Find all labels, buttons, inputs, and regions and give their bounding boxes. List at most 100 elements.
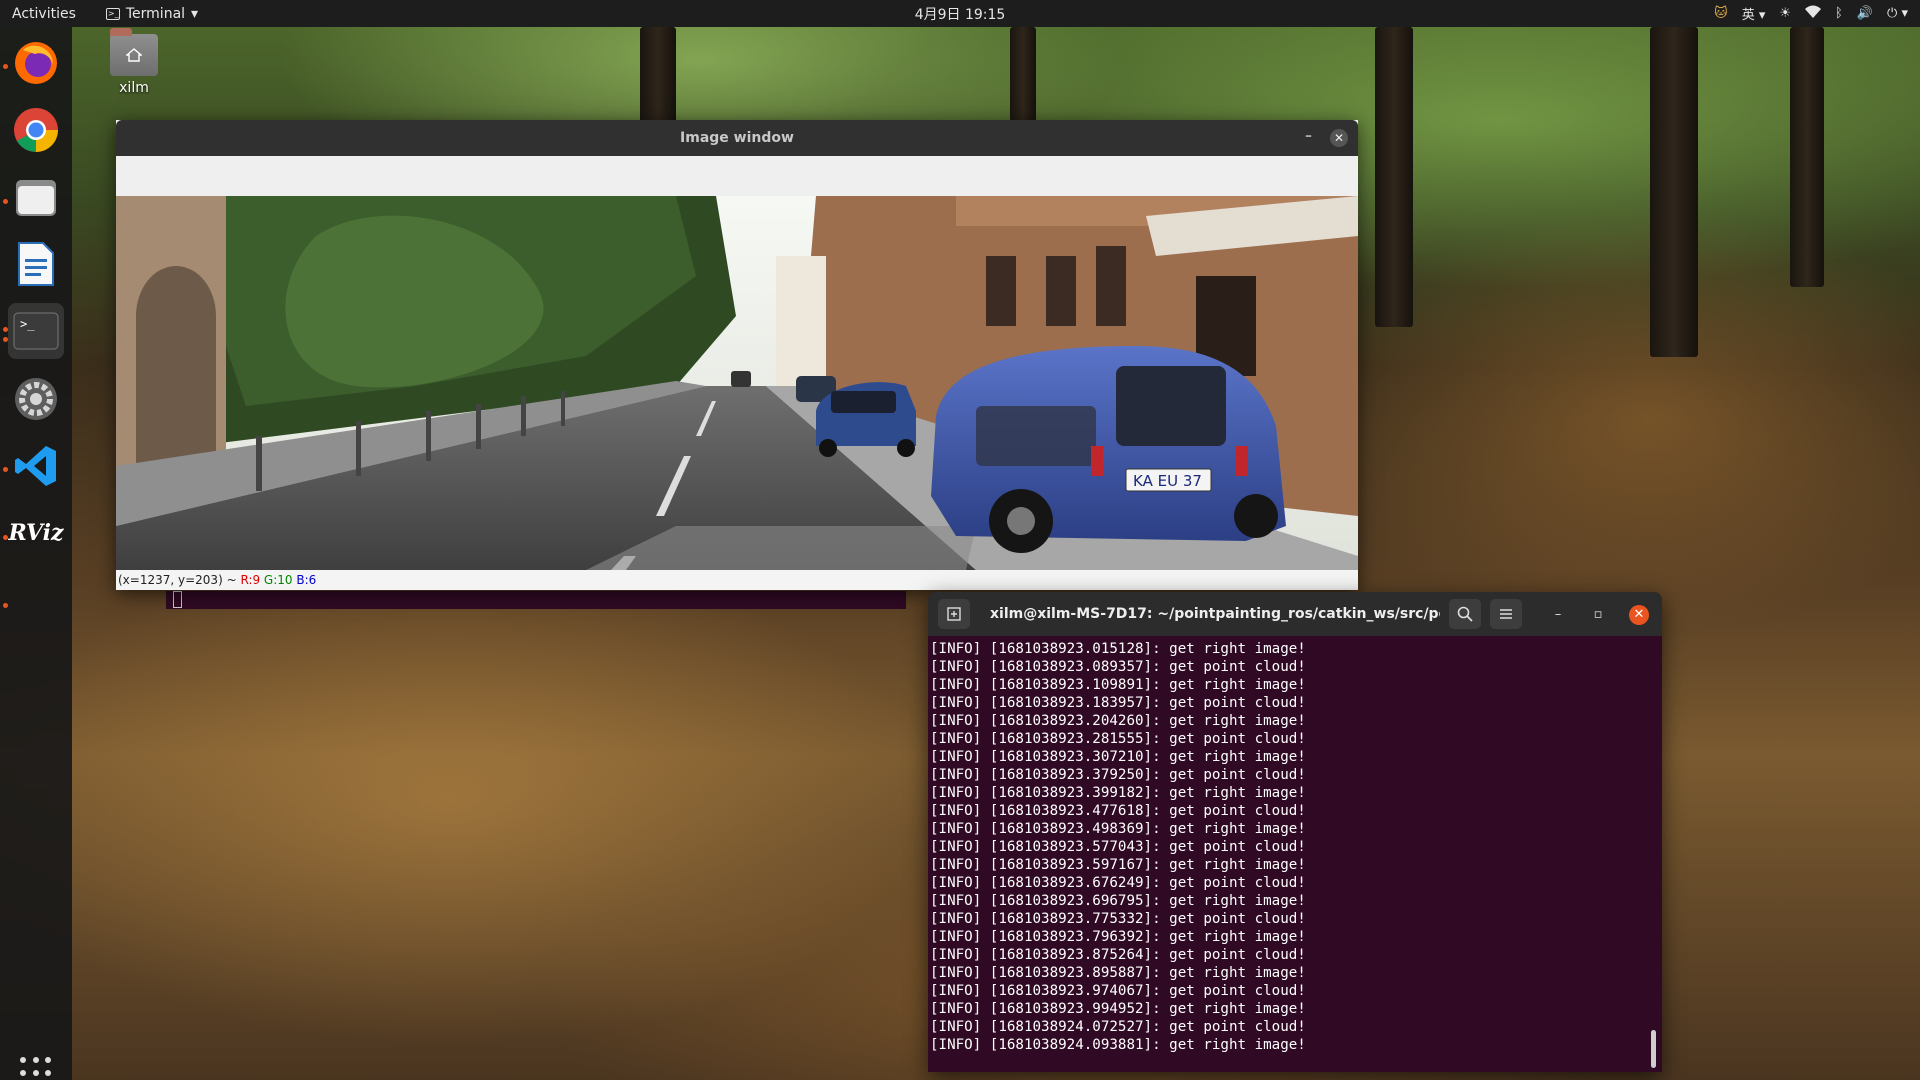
terminal-line: [INFO] [1681038923.307210]: get right im… [930,749,1306,765]
pixel-blue-value: B:6 [296,573,317,587]
terminal-line: [INFO] [1681038923.109891]: get right im… [930,677,1306,693]
dock-item-rviz[interactable]: RViz [8,505,64,561]
terminal-line: [INFO] [1681038923.775332]: get point cl… [930,911,1306,927]
chrome-icon [14,108,58,152]
terminal-line: [INFO] [1681038923.204260]: get right im… [930,713,1306,729]
close-button[interactable]: ✕ [1629,605,1649,625]
hamburger-menu-icon [1500,609,1512,619]
license-plate-text: KA EU 37 [1133,472,1202,490]
new-tab-button[interactable] [938,599,970,629]
terminal-line: [INFO] [1681038923.399182]: get right im… [930,785,1306,801]
cursor-coordinates: (x=1237, y=203) ~ [118,573,241,587]
running-indicator [3,64,8,69]
new-tab-icon [947,607,961,621]
terminal-icon: >_ [105,7,120,20]
running-indicator [3,337,8,342]
power-icon[interactable]: ⏻ ▾ [1887,6,1908,21]
dock: >_ RViz [0,27,72,1080]
terminal-line: [INFO] [1681038923.994952]: get right im… [930,1001,1306,1017]
terminal-scrollbar[interactable] [1651,1030,1656,1068]
top-bar: Activities >_ Terminal ▾ 4月9日 19:15 🐱 英 … [0,0,1920,27]
volume-icon[interactable]: 🔊 [1857,6,1873,21]
wifi-icon[interactable] [1805,5,1822,23]
text-cursor [173,591,182,608]
bluetooth-icon[interactable]: ᛒ [1835,6,1843,21]
menu-button[interactable] [1490,599,1522,629]
vscode-icon [15,446,56,486]
running-indicator [3,327,8,332]
cat-icon[interactable]: 🐱 [1714,6,1728,21]
terminal-line: [INFO] [1681038923.183957]: get point cl… [930,695,1306,711]
terminal-line: [INFO] [1681038923.796392]: get right im… [930,929,1306,945]
folder-icon [110,28,158,76]
image-window[interactable]: Image window – ✕ KA EU 37 (x=1237, y=203… [116,120,1358,590]
firefox-icon [15,42,57,84]
dock-item-files[interactable] [8,169,64,225]
terminal-line: [INFO] [1681038923.015128]: get right im… [930,641,1306,657]
brightness-icon[interactable]: ☀ [1779,6,1791,21]
app-menu-label: Terminal [125,5,186,22]
chevron-down-icon: ▾ [191,5,199,22]
maximize-button[interactable]: ▫ [1588,605,1608,625]
dock-item-vscode[interactable] [8,438,64,494]
terminal-line: [INFO] [1681038923.676249]: get point cl… [930,875,1306,891]
terminal-line: [INFO] [1681038923.498369]: get right im… [930,821,1306,837]
terminal-line: [INFO] [1681038923.477618]: get point cl… [930,803,1306,819]
terminal-title: xilm@xilm-MS-7D17: ~/pointpainting_ros/c… [990,606,1440,622]
system-tray[interactable]: 🐱 英 ▾ ☀ ᛒ 🔊 ⏻ ▾ [1714,4,1908,23]
minimize-button[interactable]: – [1305,128,1312,144]
terminal-icon: >_ [13,312,59,350]
running-indicator [3,603,8,608]
clock[interactable]: 4月9日 19:15 [915,4,1006,24]
show-applications-button[interactable] [20,1057,52,1080]
tree-trunk [1375,27,1413,327]
terminal-window[interactable]: xilm@xilm-MS-7D17: ~/pointpainting_ros/c… [928,592,1662,1072]
rviz-icon: RViz [8,520,64,546]
dock-item-terminal[interactable]: >_ [8,303,64,359]
window-title: Image window [680,130,794,146]
terminal-line: [INFO] [1681038923.597167]: get right im… [930,857,1306,873]
terminal-line: [INFO] [1681038923.974067]: get point cl… [930,983,1306,999]
activities-button[interactable]: Activities [0,6,88,22]
pixel-green-value: G:10 [263,573,293,587]
running-indicator [3,199,8,204]
background-terminal-strip[interactable] [166,591,906,609]
terminal-line: [INFO] [1681038924.072527]: get point cl… [930,1019,1306,1035]
terminal-headerbar[interactable]: xilm@xilm-MS-7D17: ~/pointpainting_ros/c… [928,592,1662,636]
image-window-toolbar [116,156,1358,196]
search-icon [1457,606,1473,622]
gear-icon [15,378,57,420]
terminal-line: [INFO] [1681038923.281555]: get point cl… [930,731,1306,747]
terminal-line: [INFO] [1681038923.577043]: get point cl… [930,839,1306,855]
dock-item-firefox[interactable] [8,35,64,91]
input-method-indicator[interactable]: 英 ▾ [1742,4,1766,23]
terminal-line: [INFO] [1681038923.875264]: get point cl… [930,947,1306,963]
search-button[interactable] [1449,599,1481,629]
pixel-status-bar: (x=1237, y=203) ~ R:9 G:10 B:6 [116,570,1358,590]
dock-item-writer[interactable] [8,236,64,292]
running-indicator [3,467,8,472]
tree-trunk [1010,27,1036,122]
image-window-titlebar[interactable]: Image window – ✕ [116,120,1358,156]
dock-item-settings[interactable] [8,371,64,427]
folder-label: xilm [119,80,149,96]
home-icon [126,48,142,62]
svg-text:>_: >_ [20,317,35,331]
tree-trunk [1790,27,1824,287]
app-menu[interactable]: >_ Terminal ▾ [88,6,198,22]
files-icon [16,180,56,216]
dock-item-chrome[interactable] [8,102,64,158]
terminal-line: [INFO] [1681038923.696795]: get right im… [930,893,1306,909]
terminal-line: [INFO] [1681038923.895887]: get right im… [930,965,1306,981]
desktop-home-folder[interactable]: xilm [110,28,158,96]
terminal-output[interactable]: [INFO] [1681038923.015128]: get right im… [928,636,1662,1058]
running-indicator [3,535,8,540]
camera-street-image[interactable]: KA EU 37 [116,196,1358,570]
minimize-button[interactable]: – [1548,605,1568,625]
writer-icon [18,242,54,286]
close-button[interactable]: ✕ [1330,129,1348,147]
tree-trunk [1650,27,1698,357]
pixel-red-value: R:9 [240,573,261,587]
terminal-line: [INFO] [1681038923.089357]: get point cl… [930,659,1306,675]
terminal-line: [INFO] [1681038924.093881]: get right im… [930,1037,1306,1053]
